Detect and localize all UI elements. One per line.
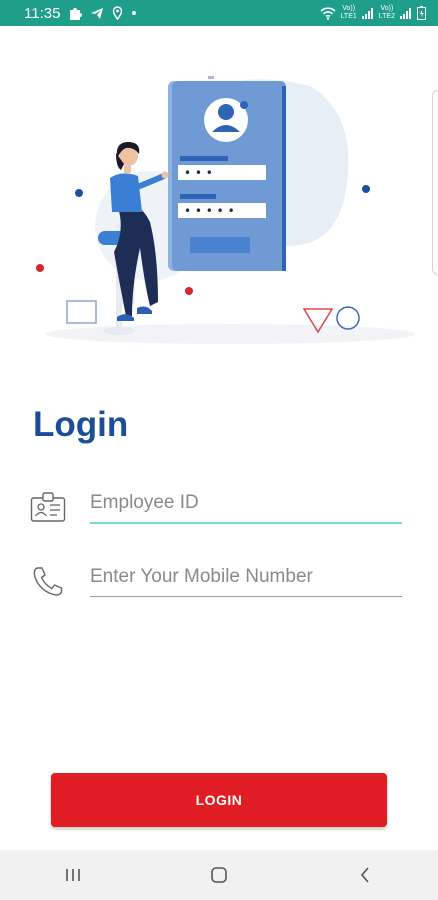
status-left: 11:35: [24, 5, 137, 22]
telegram-icon: [91, 8, 104, 19]
signal-icon: [361, 7, 373, 19]
home-icon: [211, 867, 227, 883]
navigation-bar: [0, 850, 438, 900]
home-button[interactable]: [189, 855, 249, 895]
recent-apps-icon: [66, 869, 80, 881]
sim1-lte-label: LTE1: [340, 13, 357, 20]
mobile-number-input[interactable]: [90, 560, 402, 594]
recent-apps-button[interactable]: [43, 855, 103, 895]
employee-id-underline: [90, 522, 402, 524]
password-mask-1: • • •: [184, 166, 213, 180]
signal-icon: [400, 7, 411, 19]
page-title: Login: [33, 405, 129, 444]
status-right: Vo)) LTE1 Vo)) LTE2: [320, 5, 426, 21]
back-icon: [360, 867, 369, 883]
sim2-volte-label: Vo)): [380, 5, 394, 12]
person-login-illustration: • • • • • • • •: [36, 76, 415, 344]
puzzle-icon: [70, 8, 83, 20]
mobile-number-underline: [90, 596, 402, 597]
status-bar: 11:35 Vo)) LTE1 Vo)) LTE2: [0, 0, 438, 26]
battery-icon: [417, 6, 426, 20]
login-button[interactable]: LOGIN: [51, 773, 387, 827]
dot-icon: [132, 11, 137, 15]
back-button[interactable]: [335, 855, 395, 895]
mobile-number-row: [30, 558, 402, 598]
id-card-icon: [30, 492, 66, 522]
sim1-label: Vo)) LTE1: [341, 5, 357, 21]
wifi-icon: [320, 6, 336, 20]
phone-icon: [33, 567, 63, 596]
status-time: 11:35: [24, 4, 61, 22]
employee-id-input[interactable]: [90, 486, 402, 520]
sim2-label: Vo)) LTE2: [379, 5, 395, 21]
sim2-lte-label: LTE2: [378, 13, 395, 20]
password-mask-2: • • • • •: [184, 204, 235, 218]
scroll-indicator[interactable]: [432, 90, 438, 275]
sim1-volte-label: Vo)): [342, 5, 356, 12]
location-icon: [113, 6, 123, 20]
employee-id-row: [30, 484, 402, 524]
